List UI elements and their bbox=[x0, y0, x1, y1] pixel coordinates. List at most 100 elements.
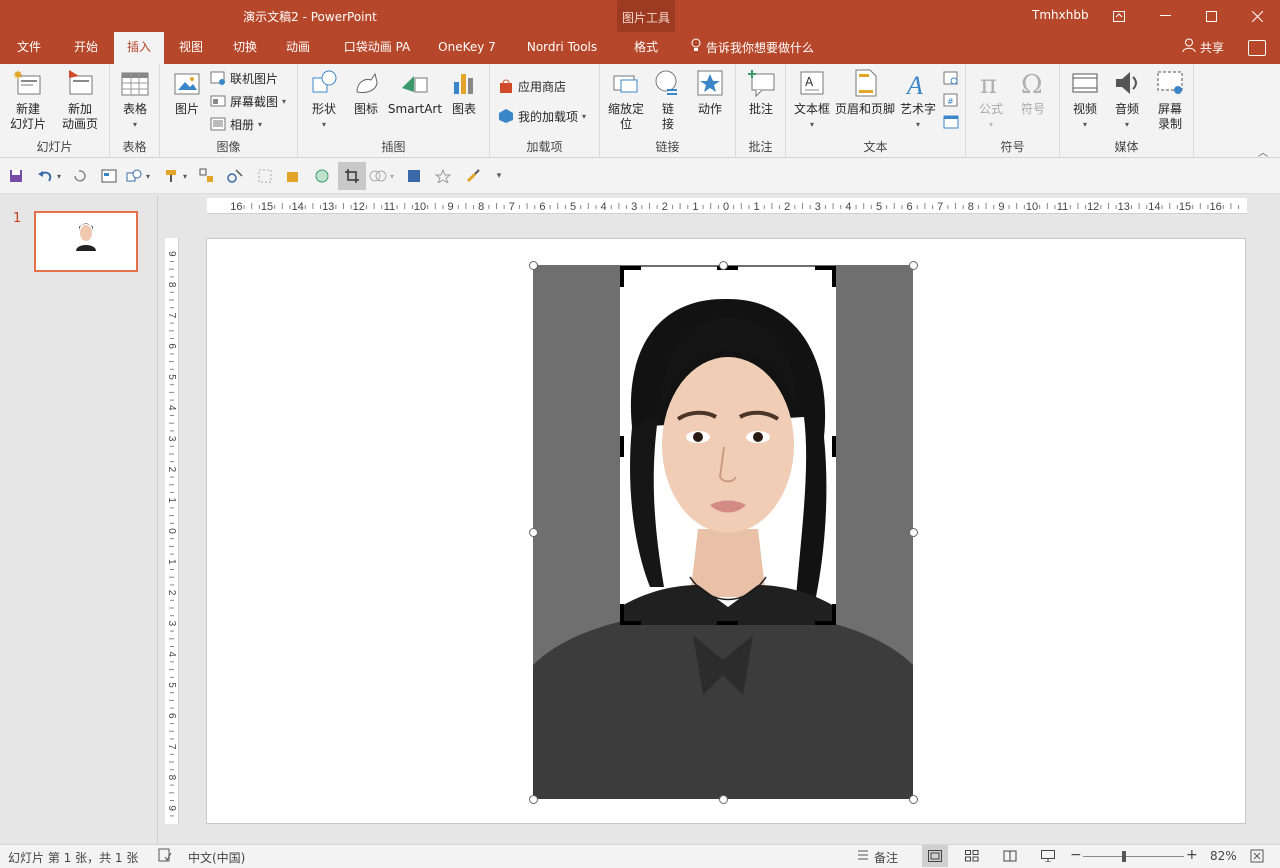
slide-layout-icon[interactable] bbox=[100, 167, 118, 185]
tab-format[interactable]: 格式 bbox=[617, 32, 675, 64]
animation-pane-icon[interactable] bbox=[226, 167, 244, 185]
reading-view-icon[interactable] bbox=[1003, 850, 1017, 865]
undo-dropdown-icon[interactable]: ▾ bbox=[54, 167, 64, 185]
tab-home[interactable]: 开始 bbox=[58, 32, 114, 64]
fit-to-window-icon[interactable] bbox=[1250, 849, 1264, 866]
ribbon-display-icon[interactable] bbox=[1096, 0, 1142, 32]
merge-shapes-dropdown-icon[interactable]: ▾ bbox=[387, 167, 397, 185]
zoom-button[interactable]: 缩放定 位 bbox=[604, 68, 648, 132]
tab-animations[interactable]: 动画 bbox=[272, 32, 324, 64]
brush-icon[interactable] bbox=[464, 167, 482, 185]
shapes-qat-dropdown-icon[interactable]: ▾ bbox=[143, 167, 153, 185]
slide-number-icon[interactable]: # bbox=[942, 91, 960, 109]
video-button[interactable]: 视频 ▾ bbox=[1066, 68, 1104, 132]
chart-button[interactable]: 图表 bbox=[444, 68, 484, 117]
audio-button[interactable]: 音频 ▾ bbox=[1108, 68, 1146, 132]
link-button[interactable]: 链 接 bbox=[648, 68, 688, 132]
format-painter-icon[interactable] bbox=[162, 167, 180, 185]
wordart-button[interactable]: A 艺术字 ▾ bbox=[896, 68, 940, 132]
new-animation-page-button[interactable]: 新加 动画页 bbox=[54, 68, 106, 132]
collapse-ribbon-icon[interactable]: ︿ bbox=[1258, 144, 1268, 159]
notes-icon[interactable] bbox=[856, 848, 870, 865]
zoom-level[interactable]: 82% bbox=[1210, 849, 1237, 863]
crop-handle-right-middle[interactable] bbox=[832, 436, 836, 457]
resize-handle-top-middle[interactable] bbox=[719, 261, 728, 270]
ruler-label: 8 bbox=[968, 201, 974, 213]
spell-check-icon[interactable] bbox=[158, 848, 172, 865]
slide-sorter-icon[interactable] bbox=[965, 850, 979, 865]
equation-button[interactable]: π 公式 ▾ bbox=[972, 68, 1010, 132]
zoom-in-icon[interactable]: + bbox=[1186, 847, 1198, 863]
shapes-button[interactable]: 形状 ▾ bbox=[304, 68, 344, 132]
minimize-icon[interactable] bbox=[1142, 0, 1188, 32]
slideshow-icon[interactable] bbox=[1041, 850, 1055, 865]
slide-count-status[interactable]: 幻灯片 第 1 张，共 1 张 bbox=[8, 849, 138, 866]
resize-handle-left-middle[interactable] bbox=[529, 528, 538, 537]
resize-handle-bottom-right[interactable] bbox=[909, 795, 918, 804]
crop-handle-bottom-right-v[interactable] bbox=[832, 604, 836, 625]
zoom-slider-track[interactable] bbox=[1083, 856, 1184, 857]
notes-button[interactable]: 备注 bbox=[874, 849, 898, 866]
date-time-icon[interactable] bbox=[942, 69, 960, 87]
crop-handle-bottom-middle[interactable] bbox=[717, 621, 738, 625]
format-painter-dropdown-icon[interactable]: ▾ bbox=[180, 167, 190, 185]
icons-button[interactable]: 图标 bbox=[346, 68, 386, 117]
new-slide-button[interactable]: ✸ 新建 幻灯片 bbox=[4, 68, 52, 132]
photo-album-button[interactable]: 相册 ▾ bbox=[210, 114, 262, 134]
symbol-button[interactable]: Ω 符号 bbox=[1014, 68, 1052, 117]
merge-shapes-icon[interactable] bbox=[369, 167, 387, 185]
rectangle-icon[interactable] bbox=[405, 167, 423, 185]
online-pictures-button[interactable]: 联机图片 bbox=[210, 68, 278, 88]
picture-button[interactable]: 图片 bbox=[168, 68, 206, 117]
new-comment-button[interactable]: 批注 bbox=[741, 68, 781, 117]
header-footer-button[interactable]: 页眉和页脚 bbox=[834, 68, 896, 117]
tab-file[interactable]: 文件 bbox=[0, 32, 58, 64]
my-addins-button[interactable]: 我的加载项 ▾ bbox=[498, 106, 586, 126]
crop-region[interactable] bbox=[620, 267, 836, 625]
undo-icon[interactable] bbox=[36, 167, 54, 185]
tell-me-search[interactable]: 告诉我你想要做什么 bbox=[690, 32, 814, 64]
textbox-button[interactable]: A 文本框 ▾ bbox=[790, 68, 834, 132]
close-icon[interactable] bbox=[1234, 0, 1280, 32]
language-status[interactable]: 中文(中国) bbox=[188, 849, 245, 866]
save-icon[interactable] bbox=[7, 167, 25, 185]
object-icon[interactable] bbox=[942, 113, 960, 131]
crop-handle-left-middle[interactable] bbox=[620, 436, 624, 457]
resize-handle-right-middle[interactable] bbox=[909, 528, 918, 537]
table-button[interactable]: 表格 ▾ bbox=[114, 68, 156, 132]
group-objects-icon[interactable] bbox=[256, 167, 274, 185]
customize-toolbar-icon[interactable]: ▾ bbox=[492, 167, 506, 185]
screen-recording-button[interactable]: 屏幕 录制 bbox=[1150, 68, 1190, 132]
maximize-icon[interactable] bbox=[1188, 0, 1234, 32]
smartart-button[interactable]: SmartArt bbox=[386, 68, 444, 117]
slide-thumbnail[interactable] bbox=[34, 211, 138, 272]
align-icon[interactable] bbox=[198, 167, 216, 185]
action-button[interactable]: 动作 bbox=[690, 68, 730, 117]
share-button[interactable]: 共享 bbox=[1182, 32, 1224, 64]
tab-view[interactable]: 视图 bbox=[164, 32, 218, 64]
tab-transitions[interactable]: 切换 bbox=[218, 32, 272, 64]
crop-handle-top-left-v[interactable] bbox=[620, 266, 624, 287]
crop-handle-top-right-v[interactable] bbox=[832, 266, 836, 287]
crop-handle-bottom-left-v[interactable] bbox=[620, 604, 624, 625]
tab-insert[interactable]: 插入 bbox=[114, 32, 164, 64]
crop-icon[interactable] bbox=[338, 162, 366, 190]
tab-pocket-animation[interactable]: 口袋动画 PA bbox=[332, 32, 422, 64]
user-name[interactable]: Tmhxhbb bbox=[1032, 8, 1089, 22]
fill-color-icon[interactable] bbox=[284, 167, 302, 185]
zoom-out-icon[interactable]: − bbox=[1070, 847, 1082, 863]
tab-nordri-tools[interactable]: Nordri Tools bbox=[514, 32, 610, 64]
resize-handle-bottom-left[interactable] bbox=[529, 795, 538, 804]
shapes-qat-icon[interactable] bbox=[125, 167, 143, 185]
resize-handle-top-left[interactable] bbox=[529, 261, 538, 270]
effects-icon[interactable] bbox=[434, 167, 452, 185]
screenshot-button[interactable]: 屏幕截图 ▾ bbox=[210, 91, 286, 111]
resize-handle-bottom-middle[interactable] bbox=[719, 795, 728, 804]
ellipse-icon[interactable] bbox=[313, 167, 331, 185]
resize-handle-top-right[interactable] bbox=[909, 261, 918, 270]
tab-onekey[interactable]: OneKey 7 bbox=[430, 32, 504, 64]
zoom-slider-thumb[interactable] bbox=[1122, 851, 1126, 862]
redo-icon[interactable] bbox=[70, 167, 88, 185]
store-button[interactable]: 应用商店 bbox=[498, 76, 566, 96]
comments-icon[interactable] bbox=[1248, 40, 1266, 56]
